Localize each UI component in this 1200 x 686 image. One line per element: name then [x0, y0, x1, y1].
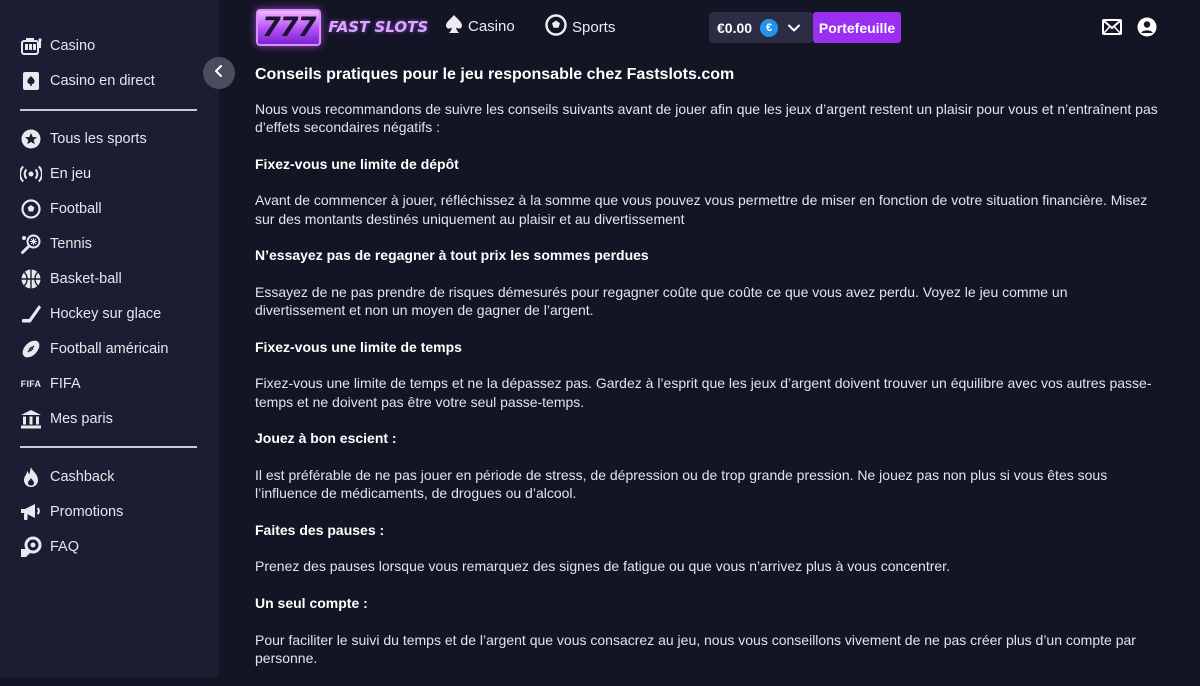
article-subheading: Jouez à bon escient :	[255, 430, 397, 447]
sidebar-item-faq[interactable]: FAQ	[0, 529, 219, 564]
playing-card-icon	[20, 70, 42, 92]
article-title: Conseils pratiques pour le jeu responsab…	[255, 66, 735, 83]
flame-icon	[20, 466, 42, 488]
tennis-racket-icon	[20, 233, 42, 255]
sidebar-item-football[interactable]: Football	[0, 191, 219, 226]
article-paragraph: Essayez de ne pas prendre de risques dém…	[255, 283, 1068, 319]
wallet-button[interactable]: Portefeuille	[813, 12, 901, 43]
sidebar-item-label: Promotions	[50, 503, 124, 520]
article-subheading: Un seul compte :	[255, 595, 368, 612]
sidebar-item-label: Mes paris	[50, 410, 113, 427]
basketball-icon	[20, 268, 42, 290]
sidebar-divider	[20, 109, 197, 111]
sidebar-item-football-americain[interactable]: Football américain	[0, 331, 219, 366]
article-subheading: Fixez-vous une limite de temps	[255, 338, 462, 355]
sidebar-item-en-jeu[interactable]: En jeu	[0, 156, 219, 191]
article-subheading: Fixez-vous une limite de dépôt	[255, 155, 459, 172]
sidebar-item-cashback[interactable]: Cashback	[0, 459, 219, 494]
article-content: Conseils pratiques pour le jeu responsab…	[255, 63, 1160, 686]
sidebar-item-tennis[interactable]: Tennis	[0, 226, 219, 261]
sidebar-item-label: Tous les sports	[50, 130, 147, 147]
sidebar-group-promos: Cashback Promotions FAQ	[0, 459, 219, 564]
hockey-stick-icon	[20, 303, 42, 325]
article-paragraph: Il est préférable de ne pas jouer en pér…	[255, 466, 1108, 502]
sidebar-item-fifa[interactable]: FIFA FIFA	[0, 366, 219, 401]
sidebar-item-label: Tennis	[50, 235, 92, 252]
megaphone-icon	[20, 501, 42, 523]
sidebar-item-hockey-sur-glace[interactable]: Hockey sur glace	[0, 296, 219, 331]
article-subheading: Faites des pauses :	[255, 521, 385, 538]
user-icon[interactable]	[1137, 17, 1157, 42]
sidebar-item-mes-paris[interactable]: Mes paris	[0, 401, 219, 436]
sidebar-group-sports: Tous les sports En jeu Football Tennis B…	[0, 121, 219, 436]
spade-icon	[445, 14, 463, 39]
brand-logo[interactable]: 777 FAST SLOTS	[256, 8, 428, 46]
sidebar-item-label: Football américain	[50, 340, 169, 357]
logo-text: FAST SLOTS	[328, 18, 429, 36]
sidebar-item-basket-ball[interactable]: Basket-ball	[0, 261, 219, 296]
mail-icon[interactable]	[1102, 19, 1122, 40]
sidebar-divider	[20, 446, 197, 448]
sidebar-group-casino: Casino Casino en direct	[0, 28, 219, 98]
article-subheading: N’essayez pas de regagner à tout prix le…	[255, 247, 649, 264]
sidebar-item-casino-en-direct[interactable]: Casino en direct	[0, 63, 219, 98]
header-nav-label: Sports	[572, 19, 616, 36]
header-nav-casino[interactable]: Casino	[445, 14, 515, 39]
sidebar-item-label: FAQ	[50, 538, 80, 555]
article-paragraph: Prenez des pauses lorsque vous remarquez…	[255, 558, 950, 575]
sidebar-collapse-button[interactable]	[203, 57, 235, 89]
article-paragraph: Fixez-vous une limite de temps et ne la …	[255, 375, 1152, 410]
sidebar-item-casino[interactable]: Casino	[0, 28, 219, 63]
article-paragraph: Avant de commencer à jouer, réfléchissez…	[255, 192, 1148, 227]
sidebar-item-label: En jeu	[50, 165, 92, 182]
header-nav-sports[interactable]: Sports	[545, 14, 615, 41]
sidebar-item-label: Basket-ball	[50, 270, 122, 287]
sidebar-item-label: Cashback	[50, 468, 115, 485]
soccer-ball-icon	[545, 14, 567, 41]
sidebar-item-tous-les-sports[interactable]: Tous les sports	[0, 121, 219, 156]
slot-machine-icon	[20, 35, 42, 57]
balance-amount: €0.00	[717, 19, 753, 36]
euro-currency-icon: €	[760, 18, 779, 37]
american-football-icon	[20, 338, 42, 360]
fifa-icon: FIFA	[20, 378, 42, 389]
sidebar-item-promotions[interactable]: Promotions	[0, 494, 219, 529]
live-broadcast-icon	[20, 163, 42, 185]
sidebar-item-label: Casino	[50, 37, 96, 54]
bet-slip-icon	[20, 408, 42, 430]
header-nav-label: Casino	[468, 18, 515, 35]
article-paragraph: Nous vous recommandons de suivre les con…	[255, 101, 1158, 136]
logo-sevens: 777	[256, 8, 322, 46]
top-header: 777 FAST SLOTS Casino Sports €0.00 € Por…	[219, 0, 1200, 55]
sidebar-item-label: Hockey sur glace	[50, 305, 162, 322]
article-paragraph: Pour faciliter le suivi du temps et de l…	[255, 631, 1136, 666]
sidebar-item-label: FIFA	[50, 375, 81, 392]
balance-dropdown[interactable]: €0.00 €	[709, 12, 813, 43]
sidebar: Casino Casino en direct Tous les sports …	[0, 0, 219, 677]
chevron-down-icon	[788, 19, 801, 37]
lifebuoy-icon	[20, 536, 42, 558]
sidebar-item-label: Football	[50, 200, 102, 217]
chevron-left-icon	[214, 64, 224, 82]
star-icon	[20, 128, 42, 150]
sidebar-item-label: Casino en direct	[50, 72, 155, 89]
soccer-ball-icon	[20, 198, 42, 220]
